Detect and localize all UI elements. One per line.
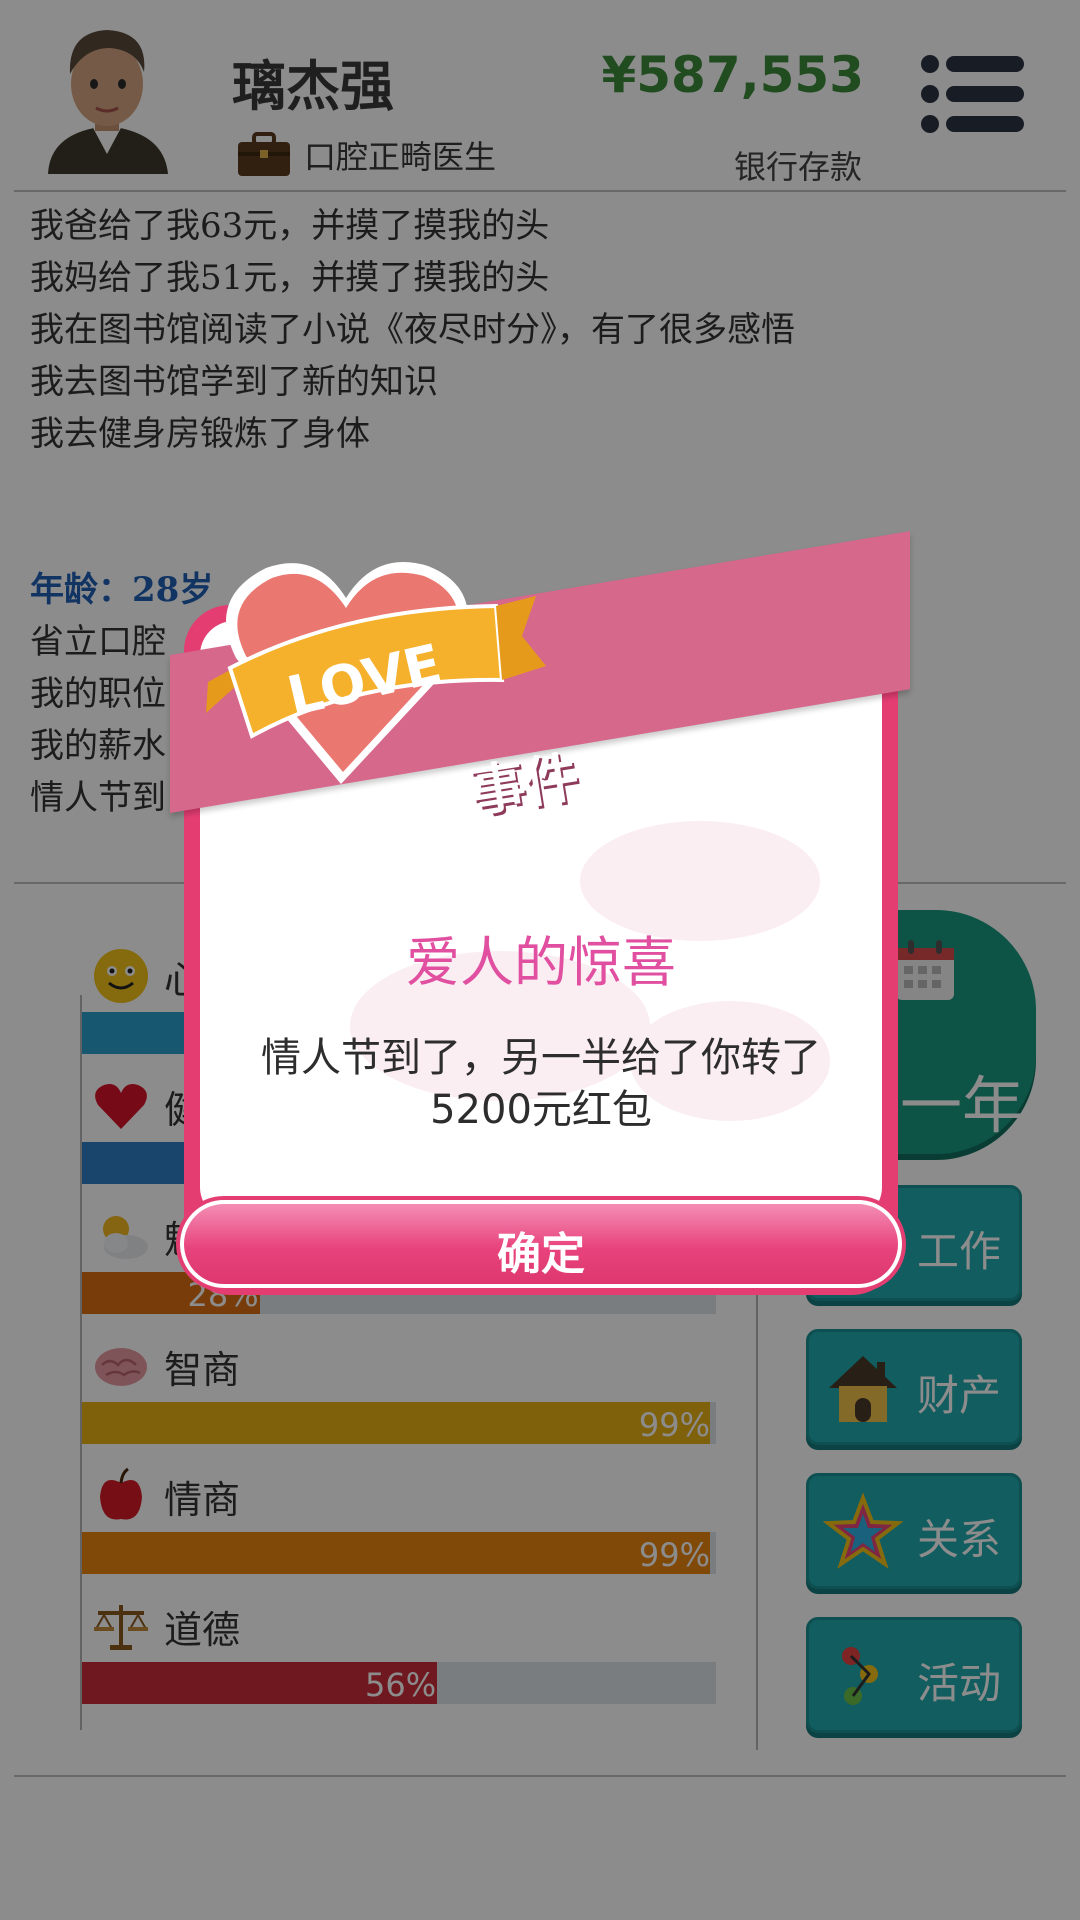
event-message: 情人节到了，另一半给了你转了5200元红包	[261, 1035, 821, 1133]
confirm-button[interactable]: 确定	[180, 1200, 902, 1288]
event-title: 爱人的惊喜	[406, 931, 676, 994]
confirm-label: 确定	[497, 1229, 585, 1280]
love-heart-icon: LOVE	[206, 562, 546, 784]
